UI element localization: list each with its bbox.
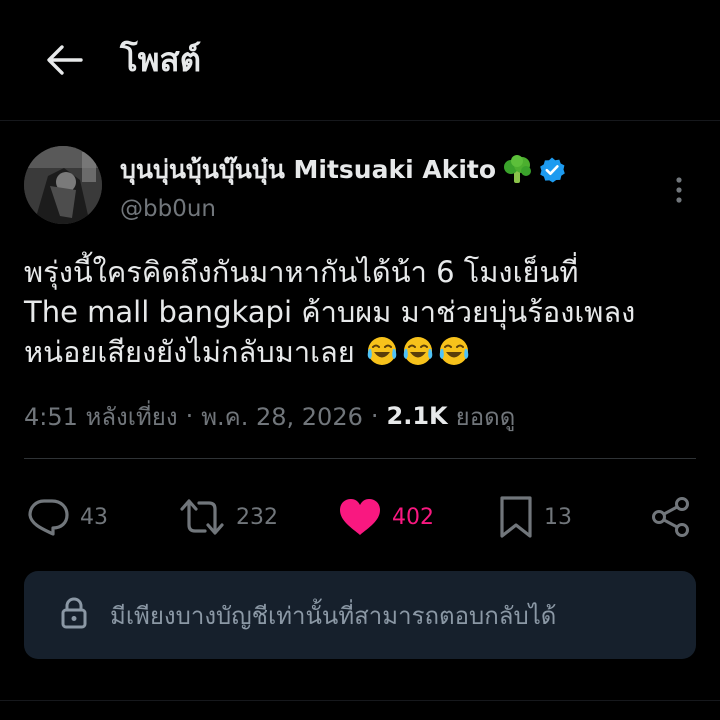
meta-separator: · xyxy=(370,402,379,430)
back-button[interactable] xyxy=(44,40,84,80)
reply-icon xyxy=(26,497,70,537)
author-display-name[interactable]: บุนบุ่นบุ้นบุ๊นบุ๋น Mitsuaki Akito xyxy=(120,150,496,190)
bottom-divider xyxy=(0,700,720,701)
share-button[interactable] xyxy=(650,490,692,544)
lock-icon xyxy=(60,597,88,633)
author-handle[interactable]: @bb0un xyxy=(120,196,216,222)
header-divider xyxy=(0,120,720,121)
tweet-actions: 43 232 402 13 xyxy=(0,490,720,544)
meta-divider xyxy=(24,458,696,459)
reply-restriction-banner: มีเพียงบางบัญชีเท่านั้นที่สามารถตอบกลับไ… xyxy=(24,571,696,659)
repost-button[interactable]: 232 xyxy=(178,490,278,544)
tweet-line-2: The mall bangkapi ค้าบผม มาช่วยบุ่นร้องเ… xyxy=(24,295,636,329)
bookmark-count: 13 xyxy=(544,504,572,530)
reply-restriction-text: มีเพียงบางบัญชีเท่านั้นที่สามารถตอบกลับไ… xyxy=(110,601,557,630)
bookmark-icon xyxy=(498,495,534,539)
author-name-row[interactable]: บุนบุ่นบุ้นบุ๊นบุ๋น Mitsuaki Akito xyxy=(120,150,566,190)
tweet-date[interactable]: พ.ค. 28, 2026 xyxy=(201,397,363,436)
bookmark-button[interactable]: 13 xyxy=(498,490,572,544)
tweet-line-1: พรุ่งนี้ใครคิดถึงกันมาหากันได้น้า 6 โมงเ… xyxy=(24,255,579,289)
more-vertical-icon xyxy=(676,177,682,203)
tweet-text: พรุ่งนี้ใครคิดถึงกันมาหากันได้น้า 6 โมงเ… xyxy=(24,252,704,377)
verified-badge-icon[interactable] xyxy=(538,156,566,184)
repost-icon xyxy=(178,497,226,537)
more-options-button[interactable] xyxy=(664,170,694,210)
tweet-time[interactable]: 4:51 หลังเที่ยง xyxy=(24,397,178,436)
views-label[interactable]: ยอดดู xyxy=(456,397,516,436)
heart-filled-icon xyxy=(338,497,382,537)
avatar-image xyxy=(24,146,102,224)
page-title: โพสต์ xyxy=(120,40,202,79)
repost-count: 232 xyxy=(236,504,278,530)
top-app-bar: โพสต์ xyxy=(0,0,720,120)
arrow-left-icon xyxy=(47,45,83,75)
share-icon xyxy=(650,496,692,538)
views-count[interactable]: 2.1K xyxy=(387,402,448,430)
like-button[interactable]: 402 xyxy=(338,490,434,544)
reply-count: 43 xyxy=(80,504,108,530)
like-count: 402 xyxy=(392,504,434,530)
tweet-meta: 4:51 หลังเที่ยง · พ.ค. 28, 2026 · 2.1K ย… xyxy=(24,396,515,436)
avatar[interactable] xyxy=(24,146,102,224)
laughing-tears-icon xyxy=(366,335,470,377)
tweet-line-3: หน่อยเสียงยังไม่กลับมาเลย xyxy=(24,335,355,369)
meta-separator: · xyxy=(185,402,194,430)
broccoli-icon xyxy=(502,155,532,185)
reply-button[interactable]: 43 xyxy=(26,490,108,544)
